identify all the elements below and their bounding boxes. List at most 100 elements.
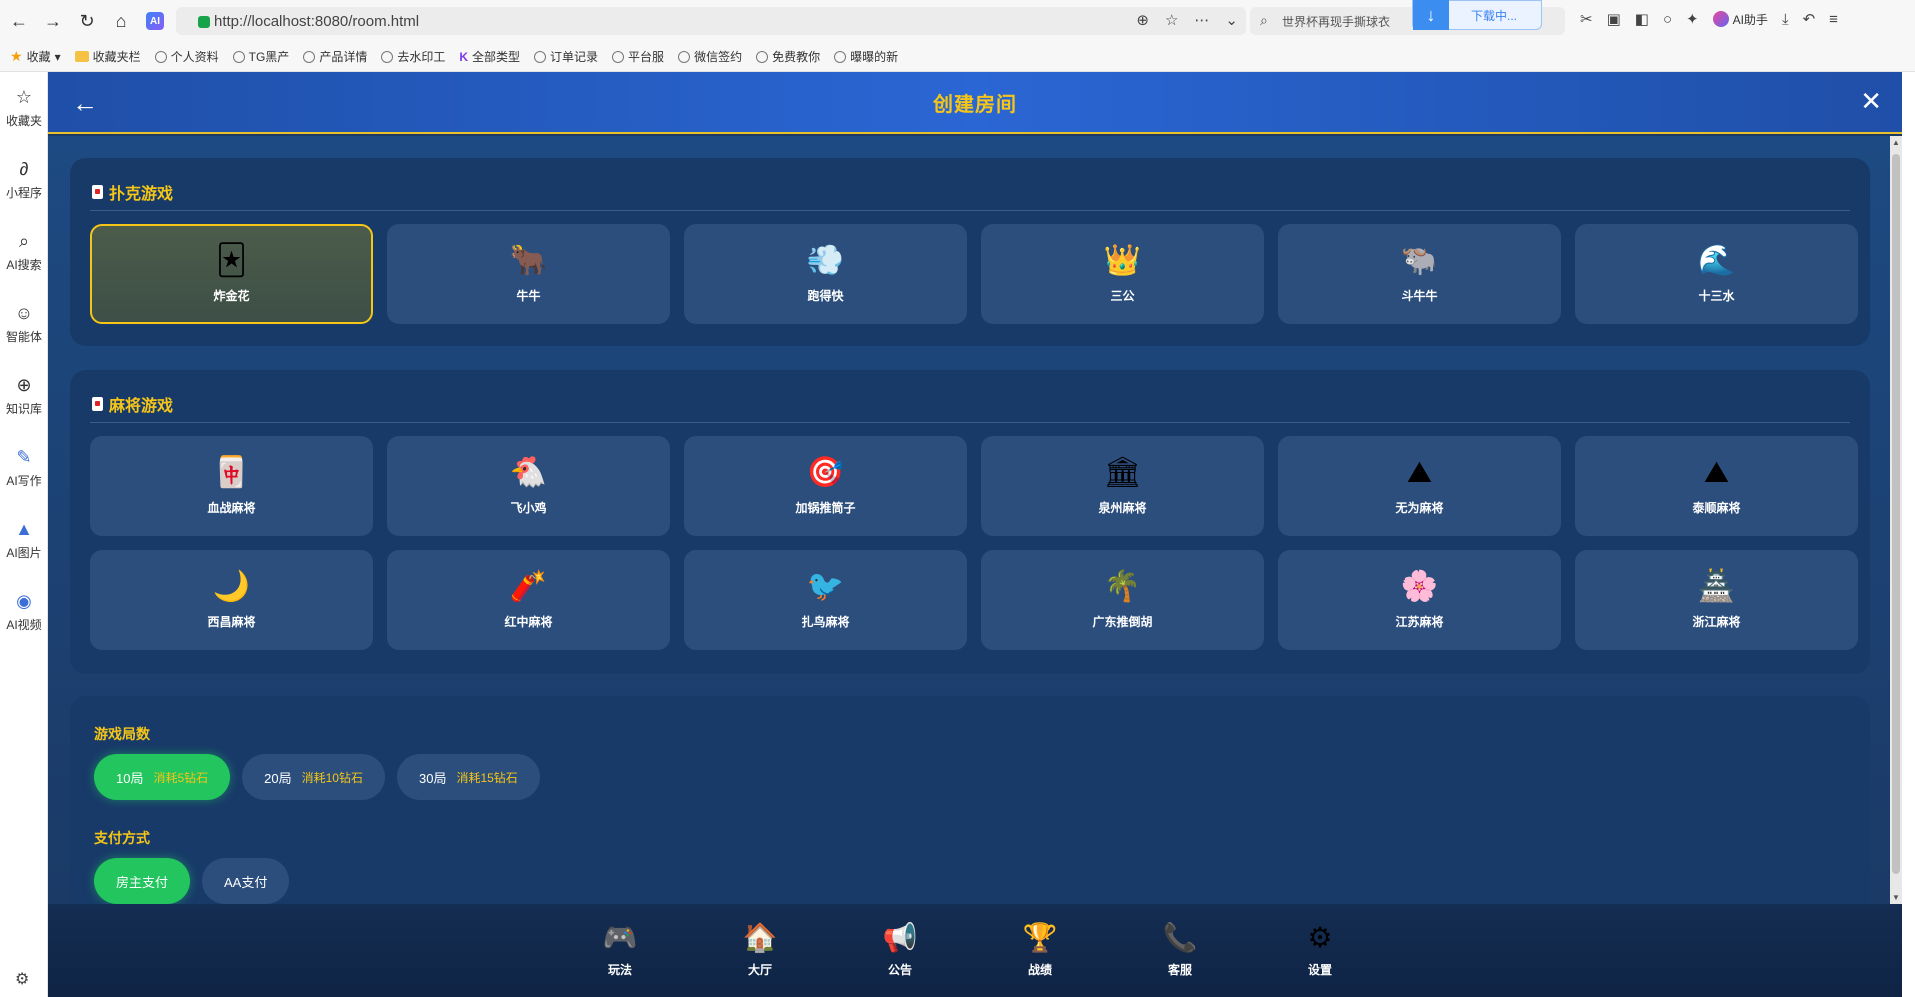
sidebar-item-ai-search[interactable]: ⌕ AI搜索 bbox=[0, 216, 48, 288]
bookmark-item[interactable]: 平台服 bbox=[612, 48, 664, 65]
download-popup[interactable]: ↓ 下载中... bbox=[1412, 0, 1542, 30]
sidebar-item-ai-image[interactable]: ▲ AI图片 bbox=[0, 504, 48, 576]
star-icon: ☆ bbox=[15, 87, 33, 107]
gear-icon[interactable]: ⚙ bbox=[15, 969, 29, 989]
collections-icon[interactable]: ◧ bbox=[1635, 10, 1649, 28]
ai-browser-icon[interactable]: AI bbox=[146, 12, 164, 30]
reload-icon[interactable]: ↻ bbox=[72, 6, 102, 36]
bookmark-item[interactable]: 收藏夹栏 bbox=[74, 48, 141, 65]
nav-item-records[interactable]: 🏆 战绩 bbox=[970, 923, 1110, 978]
scroll-up-icon[interactable]: ▲ bbox=[1892, 138, 1900, 147]
globe-icon bbox=[756, 50, 769, 63]
home-icon[interactable]: ⌂ bbox=[106, 6, 136, 36]
app-header: ← 创建房间 ✕ bbox=[48, 72, 1902, 134]
game-card-jiangsu[interactable]: 🌸 江苏麻将 bbox=[1278, 550, 1561, 650]
bookmark-item[interactable]: 订单记录 bbox=[534, 48, 598, 65]
rounds-option-10[interactable]: 10局 消耗5钻石 bbox=[94, 754, 231, 800]
game-card-zhaniao[interactable]: 🐦 扎鸟麻将 bbox=[684, 550, 967, 650]
bookmark-item[interactable]: ★ 收藏 ▾ bbox=[10, 48, 61, 65]
bookmark-item[interactable]: TG黑产 bbox=[232, 48, 290, 65]
sidebar-item-ai-write[interactable]: ✎ AI写作 bbox=[0, 432, 48, 504]
menu-icon[interactable]: ≡ bbox=[1829, 11, 1838, 28]
chevron-down-icon[interactable]: ⌄ bbox=[1225, 11, 1238, 29]
ai-helper-label: AI助手 bbox=[1732, 12, 1768, 27]
back-arrow-icon[interactable]: ← bbox=[72, 88, 98, 119]
firecracker-icon: 🧨 bbox=[509, 568, 548, 604]
bookmark-item[interactable]: 微信签约 bbox=[678, 48, 742, 65]
pay-option-aa[interactable]: AA支付 bbox=[202, 858, 290, 904]
agent-icon: ☺ bbox=[14, 303, 34, 323]
url-text[interactable]: http://localhost:8080/room.html bbox=[214, 13, 419, 30]
nav-item-service[interactable]: 📞 客服 bbox=[1110, 923, 1250, 978]
sidebar-item-knowledge[interactable]: ⊕ 知识库 bbox=[0, 360, 48, 432]
bookmark-item[interactable]: 去水印工 bbox=[381, 48, 445, 65]
location-icon[interactable]: ⊕ bbox=[1136, 11, 1149, 29]
more-icon[interactable]: ⋯ bbox=[1194, 11, 1209, 29]
circle-icon[interactable]: ○ bbox=[1663, 11, 1672, 28]
nav-label: 公告 bbox=[887, 963, 912, 977]
bookmark-item[interactable]: 曝曝的新 bbox=[834, 48, 898, 65]
forward-icon[interactable]: → bbox=[38, 6, 68, 36]
k-icon: K bbox=[459, 49, 469, 64]
game-card-hongzhong[interactable]: 🧨 红中麻将 bbox=[387, 550, 670, 650]
close-icon[interactable]: ✕ bbox=[1860, 86, 1882, 117]
bookmark-label: TG黑产 bbox=[248, 50, 290, 64]
game-card-quanzhou[interactable]: 🏛 泉州麻将 bbox=[981, 436, 1264, 536]
pay-option-host[interactable]: 房主支付 bbox=[94, 858, 191, 904]
game-card-sangong[interactable]: 👑 三公 bbox=[981, 224, 1264, 324]
extensions-icon[interactable]: ✦ bbox=[1686, 10, 1699, 28]
game-card-xuezhan[interactable]: 🀄 血战麻将 bbox=[90, 436, 373, 536]
bookmark-item[interactable]: K 全部类型 bbox=[459, 48, 520, 65]
bottom-nav: 🎮 玩法 🏠 大厅 📢 公告 🏆 战绩 📞 客服 ⚙ 设置 bbox=[48, 904, 1902, 997]
game-label: 斗牛牛 bbox=[1401, 288, 1438, 303]
poker-panel: 扑克游戏 🃏 炸金花 🐂 牛牛 💨 跑得快 👑 三公 🐃 斗牛牛 🌊 十三水 bbox=[70, 158, 1870, 346]
rounds-option-20[interactable]: 20局 消耗10钻石 bbox=[242, 754, 385, 800]
game-card-zhejiang[interactable]: 🏯 浙江麻将 bbox=[1575, 550, 1858, 650]
game-card-guangdong[interactable]: 🌴 广东推倒胡 bbox=[981, 550, 1264, 650]
scrollbar-thumb[interactable] bbox=[1892, 154, 1900, 874]
nav-label: 客服 bbox=[1167, 963, 1192, 977]
game-card-taishun[interactable]: ⛰ 泰顺麻将 bbox=[1575, 436, 1858, 536]
sidebar-item-ai-video[interactable]: ◉ AI视频 bbox=[0, 576, 48, 648]
bookmark-label: 个人资料 bbox=[170, 50, 219, 64]
bookmark-item[interactable]: 免费教你 bbox=[756, 48, 820, 65]
sidebar-item-favorites[interactable]: ☆ 收藏夹 bbox=[0, 72, 48, 144]
translate-icon[interactable]: ▣ bbox=[1607, 10, 1621, 28]
ai-helper-button[interactable]: AI助手 bbox=[1712, 11, 1768, 28]
nav-item-gameplay[interactable]: 🎮 玩法 bbox=[550, 923, 690, 978]
game-card-shisanshui[interactable]: 🌊 十三水 bbox=[1575, 224, 1858, 324]
scissors-icon[interactable]: ✂ bbox=[1580, 10, 1593, 28]
game-card-niuniu[interactable]: 🐂 牛牛 bbox=[387, 224, 670, 324]
address-bar[interactable]: http://localhost:8080/room.html ⊕ ☆ ⋯ ⌄ bbox=[176, 7, 1246, 35]
back-icon[interactable]: ← bbox=[4, 6, 34, 36]
sidebar-item-mini-program[interactable]: ∂ 小程序 bbox=[0, 144, 48, 216]
game-label: 三公 bbox=[1110, 288, 1135, 303]
bookmark-star-icon[interactable]: ☆ bbox=[1165, 11, 1178, 29]
mountain-icon: ⛰ bbox=[1406, 454, 1433, 490]
game-card-jiaguo[interactable]: 🎯 加锅推筒子 bbox=[684, 436, 967, 536]
nav-item-announcement[interactable]: 📢 公告 bbox=[830, 923, 970, 978]
search-text[interactable]: 世界杯再现手撕球衣 bbox=[1282, 13, 1390, 30]
game-card-xichang[interactable]: 🌙 西昌麻将 bbox=[90, 550, 373, 650]
bookmark-item[interactable]: 产品详情 bbox=[303, 48, 367, 65]
game-label: 无为麻将 bbox=[1395, 500, 1444, 515]
nav-item-lobby[interactable]: 🏠 大厅 bbox=[690, 923, 830, 978]
section-title-text: 麻将游戏 bbox=[109, 398, 174, 415]
game-card-feixiaoji[interactable]: 🐔 飞小鸡 bbox=[387, 436, 670, 536]
rounds-option-30[interactable]: 30局 消耗15钻石 bbox=[396, 754, 540, 800]
scrollbar[interactable]: ▲ ▼ bbox=[1890, 136, 1902, 904]
bookmark-item[interactable]: 个人资料 bbox=[154, 48, 219, 65]
knowledge-icon: ⊕ bbox=[16, 375, 32, 395]
pay-label: 支付方式 bbox=[94, 830, 150, 846]
bookmark-label: 产品详情 bbox=[319, 50, 368, 64]
game-card-zhajinhua[interactable]: 🃏 炸金花 bbox=[90, 224, 373, 324]
pay-options: 房主支付 AA支付 bbox=[94, 858, 290, 904]
downloads-icon[interactable]: ⤓ bbox=[1782, 11, 1789, 28]
game-card-wuwei[interactable]: ⛰ 无为麻将 bbox=[1278, 436, 1561, 536]
undo-icon[interactable]: ↶ bbox=[1803, 10, 1816, 28]
sidebar-item-agent[interactable]: ☺ 智能体 bbox=[0, 288, 48, 360]
game-card-douniuniu[interactable]: 🐃 斗牛牛 bbox=[1278, 224, 1561, 324]
scroll-down-icon[interactable]: ▼ bbox=[1892, 893, 1900, 902]
game-card-paodekuai[interactable]: 💨 跑得快 bbox=[684, 224, 967, 324]
nav-item-settings[interactable]: ⚙ 设置 bbox=[1250, 923, 1390, 978]
